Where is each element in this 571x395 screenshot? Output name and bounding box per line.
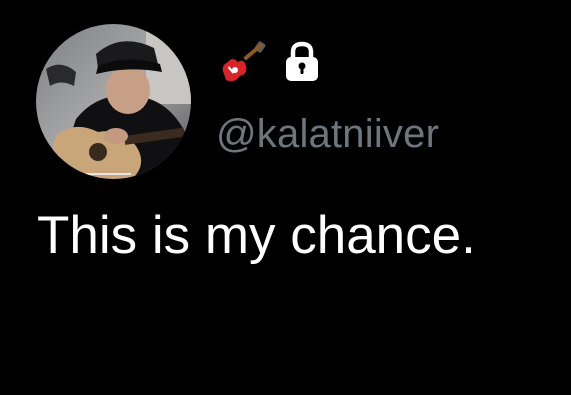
- user-handle[interactable]: @kalatniiver: [216, 110, 439, 158]
- tweet-text: This is my chance.: [37, 206, 476, 265]
- lock-icon: [282, 40, 322, 84]
- avatar-photo: [36, 24, 191, 179]
- electric-guitar-icon: [218, 40, 268, 84]
- avatar[interactable]: [36, 24, 191, 179]
- profile-badges: [218, 40, 322, 84]
